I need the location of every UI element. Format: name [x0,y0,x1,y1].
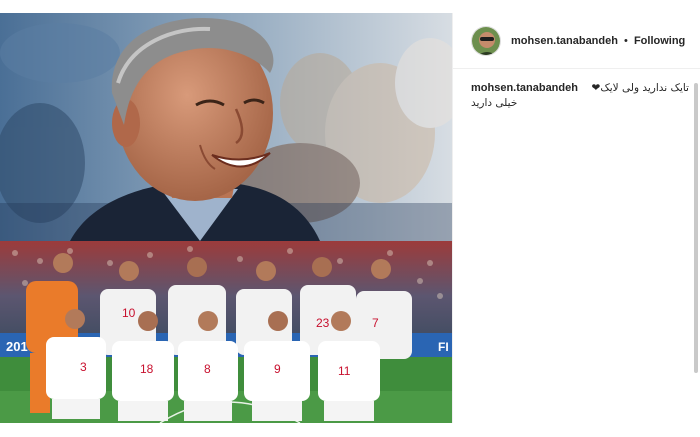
post-media[interactable]: 2018 FI 10 23 7 3 18 8 9 11 [0,13,452,423]
jersey-number-8: 8 [204,362,211,376]
avatar[interactable] [471,25,501,56]
team-photo: 2018 FI 10 23 7 3 18 8 9 11 [0,241,452,423]
separator-dot: • [624,34,628,47]
following-button[interactable]: Following [634,35,685,47]
jersey-number-11: 11 [338,364,351,378]
instagram-post: 2018 FI 10 23 7 3 18 8 9 11 mohsen.tanab… [0,0,700,437]
jersey-number-7: 7 [372,316,379,330]
jersey-number-18: 18 [140,362,154,376]
author-username-link[interactable]: mohsen.tanabandeh [511,35,618,47]
coach-portrait-photo [0,13,452,241]
header-text: mohsen.tanabandeh • Following [511,35,685,47]
jersey-number-10: 10 [122,306,136,320]
jersey-number-23: 23 [316,316,330,330]
comments-scrollbar[interactable] [694,83,698,373]
caption-first-line: mohsen.tanabandeh تایک ندارید ولی لایک❤ [471,81,689,96]
caption-text-line2: خیلی دارید [471,97,518,109]
post-header: mohsen.tanabandeh • Following [453,13,700,69]
jersey-number-3: 3 [80,360,87,374]
jersey-number-9: 9 [274,362,281,376]
caption-username-link[interactable]: mohsen.tanabandeh [471,81,578,96]
post-caption: mohsen.tanabandeh تایک ندارید ولی لایک❤ … [471,81,689,111]
post-side-panel: mohsen.tanabandeh • Following mohsen.tan… [452,13,700,423]
caption-text-line1: تایک ندارید ولی لایک❤ [591,82,689,94]
svg-text:FI: FI [438,340,449,354]
